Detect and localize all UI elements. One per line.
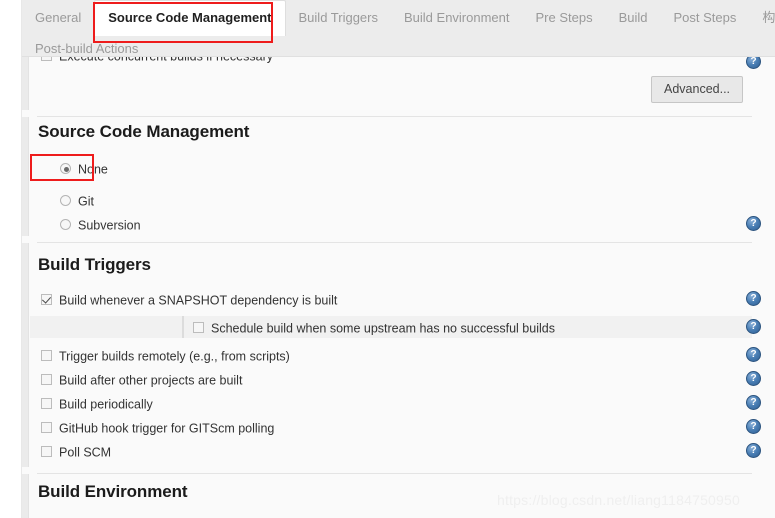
trigger-snapshot-dependency-checkbox[interactable]	[41, 294, 52, 306]
trigger-periodically-checkbox[interactable]	[41, 398, 52, 410]
tab-post-steps[interactable]: Post Steps	[661, 0, 750, 34]
trigger-remote-checkbox[interactable]	[41, 350, 52, 362]
jenkins-job-config-page: Execute concurrent builds if necessary ?…	[0, 0, 775, 518]
watermark-text: https://blog.csdn.net/liang1184750950	[497, 492, 740, 508]
config-tab-row-secondary: Post-build Actions	[22, 31, 775, 67]
trigger-periodically-label: Build periodically	[59, 397, 153, 412]
help-icon-glyph: ?	[750, 293, 757, 304]
trigger-option-remote[interactable]: Trigger builds remotely (e.g., from scri…	[41, 348, 290, 365]
tab-build-triggers[interactable]: Build Triggers	[286, 0, 391, 34]
trigger-option-periodically[interactable]: Build periodically	[41, 396, 153, 413]
config-tab-bar: General Source Code Management Build Trigg…	[22, 0, 775, 57]
tab-build-settings[interactable]: 构建设置	[749, 0, 775, 34]
tab-post-build-actions[interactable]: Post-build Actions	[22, 31, 151, 65]
advanced-button[interactable]: Advanced...	[651, 76, 744, 103]
trigger-poll-scm-checkbox[interactable]	[41, 446, 52, 458]
help-icon-glyph: ?	[750, 218, 757, 229]
scm-git-label: Git	[78, 194, 94, 209]
trigger-option-schedule-upstream[interactable]: Schedule build when some upstream has no…	[193, 320, 555, 337]
tab-build[interactable]: Build	[606, 0, 661, 34]
divider-above-build-triggers	[37, 242, 752, 243]
trigger-schedule-upstream-label: Schedule build when some upstream has no…	[211, 321, 555, 336]
help-icon-trigger-after-other-projects[interactable]: ?	[746, 371, 761, 386]
scm-subversion-label: Subversion	[78, 218, 141, 233]
scm-option-none[interactable]: None	[60, 161, 108, 178]
scm-option-subversion[interactable]: Subversion	[60, 217, 141, 234]
form-rib-triggers	[22, 243, 29, 467]
trigger-schedule-upstream-checkbox[interactable]	[193, 322, 204, 334]
trigger-remote-label: Trigger builds remotely (e.g., from scri…	[59, 349, 290, 364]
help-icon-glyph: ?	[750, 373, 757, 384]
section-title-build-environment: Build Environment	[38, 482, 188, 501]
trigger-after-other-projects-label: Build after other projects are built	[59, 373, 243, 388]
help-icon-glyph: ?	[750, 445, 757, 456]
trigger-github-hook-checkbox[interactable]	[41, 422, 52, 434]
help-icon-glyph: ?	[750, 397, 757, 408]
help-icon-glyph: ?	[750, 321, 757, 332]
trigger-snapshot-dependency-label: Build whenever a SNAPSHOT dependency is …	[59, 293, 338, 308]
page-left-gutter	[0, 0, 22, 518]
trigger-option-after-other-projects[interactable]: Build after other projects are built	[41, 372, 242, 389]
trigger-poll-scm-label: Poll SCM	[59, 445, 112, 460]
help-icon-trigger-schedule-upstream[interactable]: ?	[746, 319, 761, 334]
divider-above-build-environment	[37, 473, 752, 474]
help-icon-scm[interactable]: ?	[746, 216, 761, 231]
section-title-build-triggers: Build Triggers	[38, 255, 151, 274]
trigger-option-poll-scm[interactable]: Poll SCM	[41, 444, 111, 461]
scm-option-git[interactable]: Git	[60, 193, 94, 210]
section-title-source-code-management: Source Code Management	[38, 122, 250, 141]
help-icon-trigger-remote[interactable]: ?	[746, 347, 761, 362]
help-icon-trigger-poll-scm[interactable]: ?	[746, 443, 761, 458]
scm-none-label: None	[78, 162, 108, 177]
help-icon-glyph: ?	[750, 421, 757, 432]
trigger-after-other-projects-checkbox[interactable]	[41, 374, 52, 386]
nested-trigger-rib	[182, 316, 184, 338]
scm-git-radio[interactable]	[60, 195, 71, 207]
help-icon-trigger-github-hook[interactable]: ?	[746, 419, 761, 434]
tab-general[interactable]: General	[22, 0, 94, 34]
help-icon-trigger-snapshot-dependency[interactable]: ?	[746, 291, 761, 306]
tab-pre-steps[interactable]: Pre Steps	[523, 0, 606, 34]
tab-build-environment[interactable]: Build Environment	[391, 0, 523, 34]
help-icon-trigger-periodically[interactable]: ?	[746, 395, 761, 410]
trigger-github-hook-label: GitHub hook trigger for GITScm polling	[59, 421, 275, 436]
scm-subversion-radio[interactable]	[60, 219, 71, 231]
divider-above-scm	[37, 116, 752, 117]
trigger-option-snapshot-dependency[interactable]: Build whenever a SNAPSHOT dependency is …	[41, 292, 337, 309]
form-rib-scm	[22, 117, 29, 236]
trigger-option-github-hook[interactable]: GitHub hook trigger for GITScm polling	[41, 420, 274, 437]
form-rib-buildenv	[22, 474, 29, 518]
help-icon-glyph: ?	[750, 349, 757, 360]
scm-none-radio[interactable]	[60, 163, 71, 175]
